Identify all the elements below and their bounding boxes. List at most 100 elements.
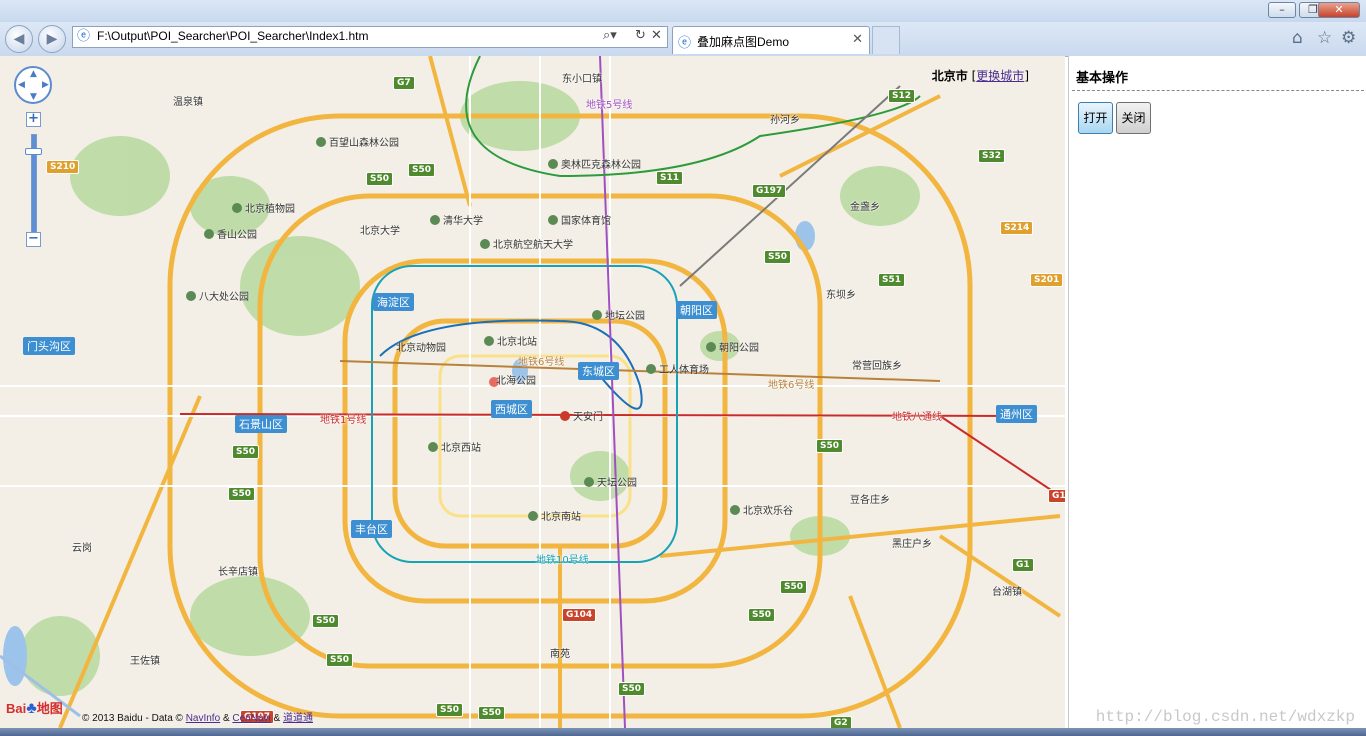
minimize-icon[interactable]: – [1268,2,1296,18]
park-icon [584,477,594,487]
school-icon [430,215,440,225]
place-label: 豆各庄乡 [850,495,890,506]
highway-shield: S50 [326,653,354,667]
address-bar[interactable]: ⓔ F:\Output\POI_Searcher\POI_Searcher\In… [72,26,668,48]
highway-shield: S50 [478,706,506,720]
metro-label: 地铁1号线 [320,415,367,426]
pan-up-icon[interactable]: ▲ [30,69,37,79]
metro-label: 地铁6号线 [518,357,565,368]
highway-shield: S32 [978,149,1006,163]
pan-left-icon[interactable]: ◀ [18,80,25,90]
cennavi-link[interactable]: CenNavi [232,713,270,724]
tab-close-icon[interactable]: ✕ [852,32,863,47]
home-icon[interactable]: ⌂ [1292,28,1303,48]
zoom-out-button[interactable]: − [26,232,41,247]
address-url[interactable]: F:\Output\POI_Searcher\POI_Searcher\Inde… [97,29,368,43]
poi-label: 北京植物园 [232,200,295,215]
pan-right-icon[interactable]: ▶ [42,80,49,90]
highway-shield: G1 [1048,489,1065,503]
place-label: 东小口镇 [562,74,602,85]
district-label[interactable]: 通州区 [996,405,1037,423]
poi-label: 北京南站 [528,508,581,523]
place-label: 温泉镇 [173,97,203,108]
divider [1072,90,1364,91]
search-icon[interactable]: ⌕▾ [603,28,617,43]
landmark-icon [560,411,570,421]
stadium-icon [646,364,656,374]
district-label[interactable]: 东城区 [578,362,619,380]
highway-shield: S50 [748,608,776,622]
daodaotong-link[interactable]: 道道通 [283,713,313,724]
highway-shield: S12 [888,89,916,103]
highway-shield: G197 [752,184,787,198]
highway-shield: S50 [780,580,808,594]
district-label[interactable]: 门头沟区 [23,337,75,355]
poi-label: 八大处公园 [186,288,249,303]
control-panel: 基本操作 打开 关闭 http://blog.csdn.net/wdxzkp [1068,56,1366,728]
park-icon [232,203,242,213]
favorites-icon[interactable]: ☆ [1317,28,1332,48]
poi-label: 天坛公园 [584,474,637,489]
poi-label: 北京航空航天大学 [480,236,573,251]
poi-label: 朝阳公园 [706,339,759,354]
paw-icon: ♣ [26,700,37,717]
park-icon [548,159,558,169]
stadium-icon [548,215,558,225]
metro-label: 地铁10号线 [536,555,589,566]
highway-shield: S50 [764,250,792,264]
district-label[interactable]: 丰台区 [351,520,392,538]
zoom-in-button[interactable]: + [26,112,41,127]
district-label[interactable]: 西城区 [491,400,532,418]
settings-icon[interactable]: ⚙ [1341,28,1356,48]
poi-label: 天安门 [560,408,603,423]
current-city: 北京市 [931,69,968,83]
place-label: 常营回族乡 [852,361,902,372]
place-label: 孙河乡 [770,115,800,126]
metro-label: 地铁八通线 [892,412,942,423]
highway-shield: S50 [408,163,436,177]
baidu-logo[interactable]: Bai♣地图 [6,698,63,718]
tab-title: 叠加麻点图Demo [697,35,790,49]
open-button[interactable]: 打开 [1078,102,1113,134]
district-label[interactable]: 朝阳区 [676,301,717,319]
browser-tab[interactable]: ⓔ 叠加麻点图Demo ✕ [672,26,870,54]
forward-icon[interactable]: ▶ [38,25,66,53]
ie-icon: ⓔ [678,36,692,51]
map-canvas[interactable]: ▲ ▼ ◀ ▶ + − 北京市 [更换城市] 海淀区 朝阳区 东城区 西城区 石… [0,56,1065,728]
poi-label: 北京欢乐谷 [730,502,793,517]
highway-shield: S50 [228,487,256,501]
place-label: 云岗 [72,543,92,554]
map-copyright: © 2013 Baidu - Data © NavInfo & CenNavi … [82,713,313,724]
district-label[interactable]: 海淀区 [373,293,414,311]
stop-icon[interactable]: ✕ [651,28,662,43]
back-icon[interactable]: ◀ [5,25,33,53]
place-label: 北京大学 [360,226,400,237]
highway-shield: S11 [656,171,684,185]
watermark: http://blog.csdn.net/wdxzkp [1095,708,1355,726]
highway-shield: G1 [1012,558,1034,572]
map-pan-control[interactable]: ▲ ▼ ◀ ▶ [14,66,52,104]
city-selector: 北京市 [更换城市] [931,69,1029,83]
highway-shield: S50 [436,703,464,717]
poi-label: 北海公园 [496,376,536,387]
poi-label: 百望山森林公园 [316,134,399,149]
close-window-icon[interactable]: ✕ [1318,2,1360,18]
zoom-slider-handle[interactable] [25,148,42,155]
highway-shield: S50 [618,682,646,696]
highway-shield: S50 [312,614,340,628]
close-button[interactable]: 关闭 [1116,102,1151,134]
new-tab-button[interactable] [872,26,900,54]
highway-shield: S50 [232,445,260,459]
train-station-icon [428,442,438,452]
highway-shield: S50 [366,172,394,186]
metro-label: 地铁6号线 [768,380,815,391]
highway-shield: G104 [562,608,597,622]
highway-shield: S201 [1030,273,1064,287]
pan-down-icon[interactable]: ▼ [30,92,37,102]
navinfo-link[interactable]: NavInfo [186,713,220,724]
change-city-link[interactable]: 更换城市 [976,69,1024,83]
highway-shield: G7 [393,76,415,90]
page-icon: ⓔ [77,29,91,44]
district-label[interactable]: 石景山区 [235,415,287,433]
refresh-icon[interactable]: ↻ [635,28,646,43]
